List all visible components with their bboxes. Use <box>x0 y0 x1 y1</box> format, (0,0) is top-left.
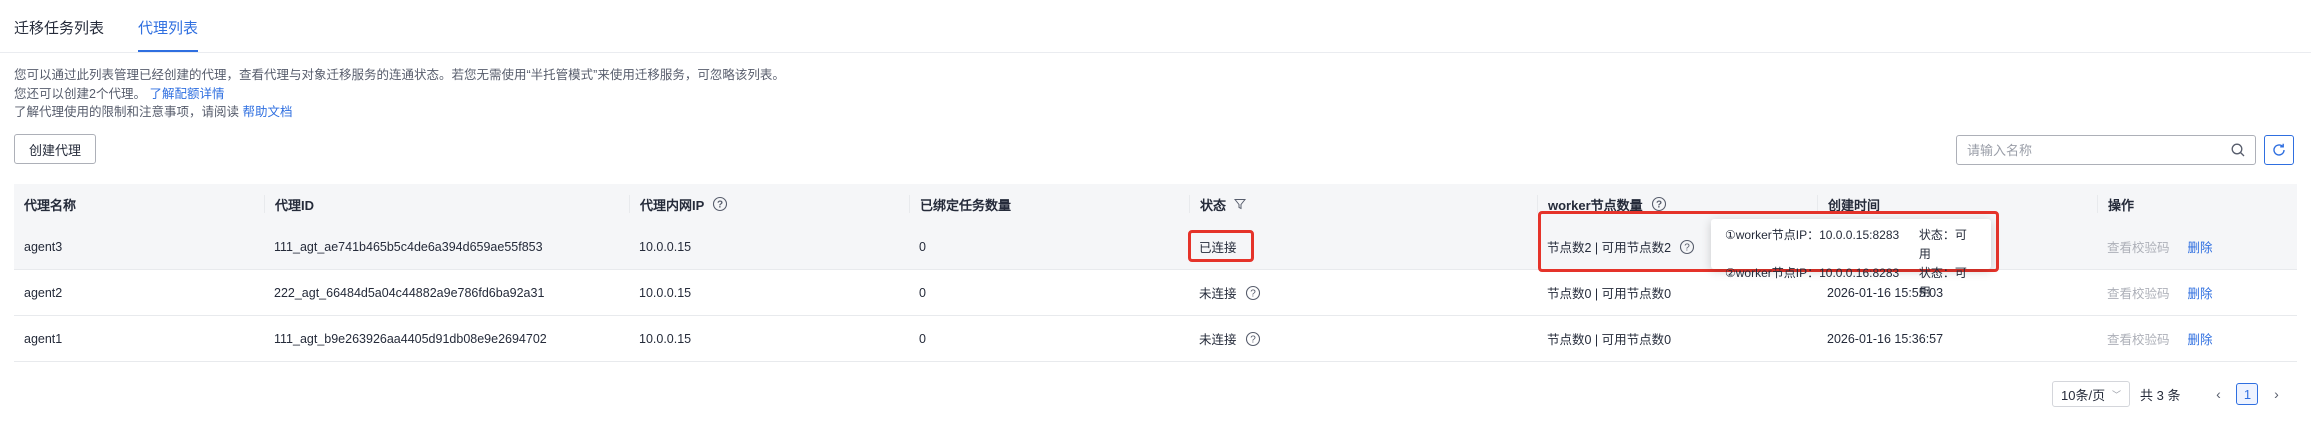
actions: 查看校验码 删除 <box>2097 283 2297 302</box>
agent-ip: 10.0.0.15 <box>639 239 692 254</box>
header-bound-tasks: 已绑定任务数量 <box>909 195 1189 213</box>
bound-tasks: 0 <box>919 331 926 346</box>
prev-page-icon[interactable]: ‹ <box>2210 386 2226 402</box>
page-number[interactable]: 1 <box>2236 383 2259 405</box>
status-text: 未连接 <box>1199 333 1237 347</box>
help-icon[interactable]: ? <box>1245 331 1261 347</box>
worker-2-row: ②worker节点IP：10.0.0.16:8283 状态：可用 <box>1725 266 1967 299</box>
description-line-1: 您可以通过此列表管理已经创建的代理，查看代理与对象迁移服务的连通状态。若您无需使… <box>14 68 785 82</box>
help-icon[interactable]: ? <box>712 196 728 212</box>
search-icon[interactable] <box>2231 143 2245 157</box>
worker-1-row: ①worker节点IP：10.0.0.15:8283 状态：可用 <box>1725 228 1967 261</box>
status: 未连接 ? <box>1189 283 1537 302</box>
view-checksum-link[interactable]: 查看校验码 <box>2107 237 2170 256</box>
agent-id: 222_agt_66484d5a04c44882a9e786fd6ba92a31 <box>274 285 545 300</box>
status: 未连接 ? <box>1189 329 1537 348</box>
svg-text:?: ? <box>1250 288 1256 299</box>
refresh-button[interactable] <box>2264 135 2294 165</box>
worker-tooltip: ①worker节点IP：10.0.0.15:8283 状态：可用 ②worker节… <box>1711 219 1991 299</box>
svg-text:?: ? <box>717 200 723 211</box>
create-agent-button[interactable]: 创建代理 <box>14 134 96 164</box>
bound-tasks: 0 <box>919 239 926 254</box>
header-ip: 代理内网IP ? <box>629 195 909 213</box>
tab-migration-tasks[interactable]: 迁移任务列表 <box>14 0 104 58</box>
header-name: 代理名称 <box>24 197 77 213</box>
help-doc-link[interactable]: 帮助文档 <box>243 105 293 119</box>
view-checksum-link[interactable]: 查看校验码 <box>2107 283 2170 302</box>
agent-name: agent2 <box>24 285 63 300</box>
status-text: 未连接 <box>1199 287 1237 301</box>
agent-name: agent3 <box>24 239 63 254</box>
header-id: 代理ID <box>264 195 629 213</box>
tab-agent-list[interactable]: 代理列表 <box>138 0 199 58</box>
svg-text:?: ? <box>1656 200 1662 211</box>
help-icon[interactable]: ? <box>1245 285 1261 301</box>
agent-ip: 10.0.0.15 <box>639 331 692 346</box>
delete-link[interactable]: 删除 <box>2188 283 2213 302</box>
search-box <box>1956 135 2256 165</box>
pagination: 10条/页 ﹀ 共 3 条 ‹ 1 › <box>2052 381 2284 407</box>
agent-id: 111_agt_ae741b465b5c4de6a394d659ae55f853 <box>274 239 543 254</box>
tabs-divider <box>0 52 2311 53</box>
status-highlight <box>1188 230 1254 262</box>
description-line-3: 了解代理使用的限制和注意事项，请阅读 帮助文档 <box>14 105 293 119</box>
description-line-2: 您还可以创建2个代理。 了解配额详情 <box>14 86 225 101</box>
help-icon[interactable]: ? <box>1651 196 1667 212</box>
bound-tasks: 0 <box>919 285 926 300</box>
page-size-select[interactable]: 10条/页 ﹀ <box>2052 381 2130 407</box>
quota-details-link[interactable]: 了解配额详情 <box>149 87 224 101</box>
workers: 节点数0 | 可用节点数0 <box>1547 333 1672 347</box>
svg-text:?: ? <box>1250 334 1256 345</box>
next-page-icon[interactable]: › <box>2268 386 2284 402</box>
table-row: agent1 111_agt_b9e263926aa4405d91db08e9e… <box>14 316 2297 362</box>
actions: 查看校验码 删除 <box>2097 237 2297 256</box>
header-status: 状态 <box>1189 195 1537 213</box>
tab-bar: 迁移任务列表 代理列表 <box>14 0 232 58</box>
delete-link[interactable]: 删除 <box>2188 329 2213 348</box>
filter-icon[interactable] <box>1234 198 1247 210</box>
agent-id: 111_agt_b9e263926aa4405d91db08e9e2694702 <box>274 331 547 346</box>
total-count: 共 3 条 <box>2140 387 2181 403</box>
chevron-down-icon: ﹀ <box>2111 389 2121 400</box>
view-checksum-link[interactable]: 查看校验码 <box>2107 329 2170 348</box>
delete-link[interactable]: 删除 <box>2188 237 2213 256</box>
search-input[interactable] <box>1967 142 2231 158</box>
actions: 查看校验码 删除 <box>2097 329 2297 348</box>
agent-name: agent1 <box>24 331 63 346</box>
created-time: 2026-01-16 15:36:57 <box>1827 331 1944 346</box>
agent-ip: 10.0.0.15 <box>639 285 692 300</box>
header-actions: 操作 <box>2097 195 2297 213</box>
refresh-icon <box>2273 143 2285 156</box>
description: 您可以通过此列表管理已经创建的代理，查看代理与对象迁移服务的连通状态。若您无需使… <box>14 66 785 122</box>
